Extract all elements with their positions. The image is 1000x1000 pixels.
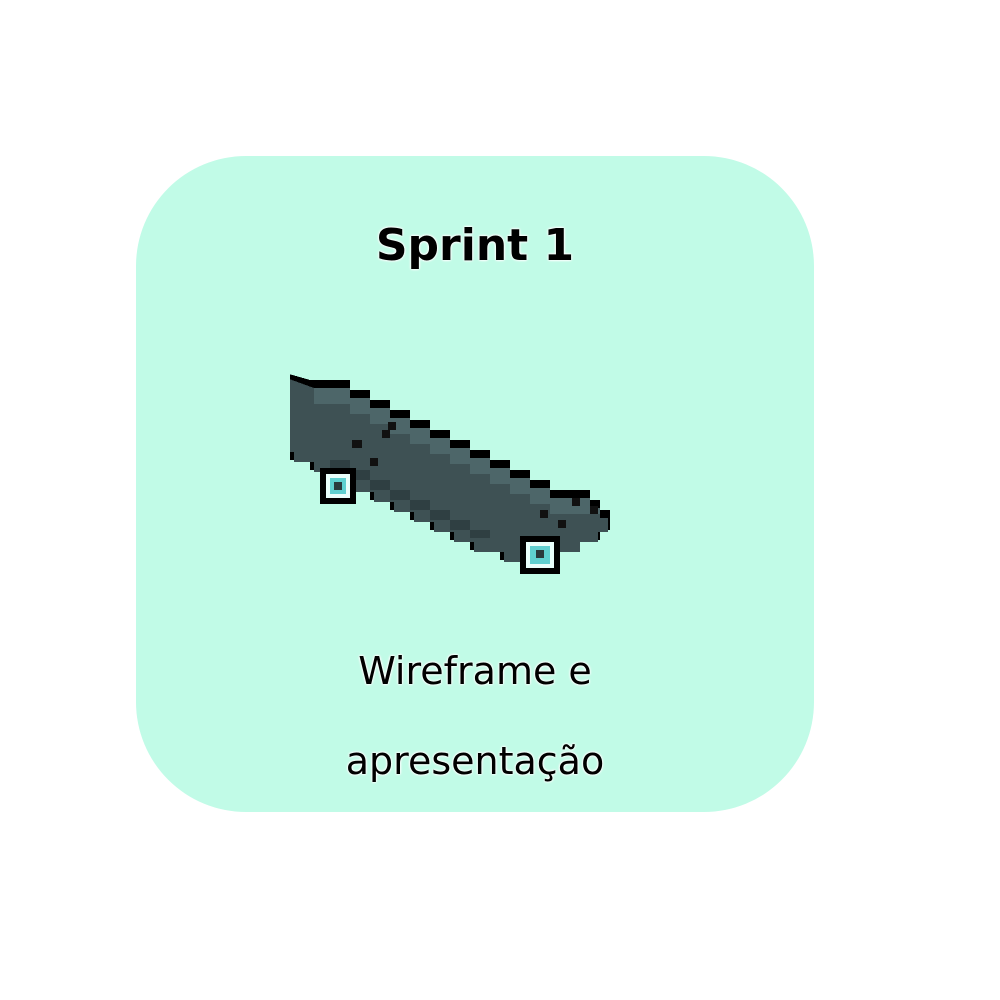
caption-line-2: apresentação — [345, 739, 605, 783]
skateboard-icon — [220, 360, 680, 585]
card-caption: Wireframe e apresentação — [0, 626, 950, 806]
caption-line-1: Wireframe e — [358, 649, 592, 693]
card-title: Sprint 1 — [375, 220, 575, 271]
